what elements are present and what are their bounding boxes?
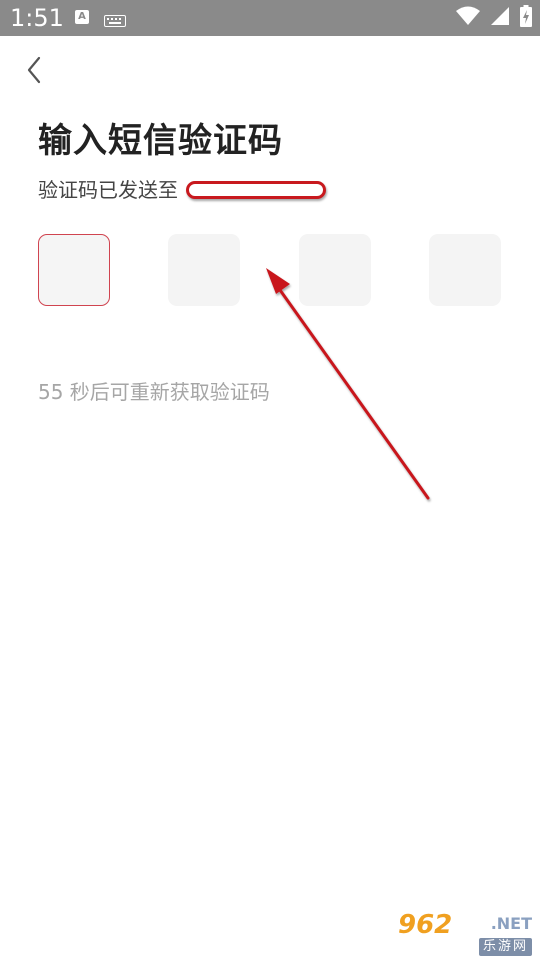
redacted-phone-number <box>186 181 326 199</box>
keyboard-icon <box>104 12 126 27</box>
signal-icon <box>490 6 510 30</box>
code-digit-2[interactable] <box>168 234 240 306</box>
code-input-group <box>38 234 502 306</box>
watermark-main: 962 <box>398 910 453 940</box>
sent-to-row: 验证码已发送至 <box>38 174 326 206</box>
code-digit-4[interactable] <box>429 234 501 306</box>
code-digit-1[interactable] <box>38 234 110 306</box>
watermark-logo: 962 .NET 乐游网 <box>398 910 534 956</box>
sent-to-label: 验证码已发送至 <box>38 178 178 202</box>
back-button[interactable] <box>18 54 50 90</box>
status-time: 1:51 <box>10 4 64 32</box>
chevron-left-icon <box>26 56 42 88</box>
status-bar: 1:51 A <box>0 0 540 36</box>
app-notification-icon: A <box>75 10 89 24</box>
status-right-icons <box>456 5 532 31</box>
watermark-net: .NET <box>490 914 532 933</box>
watermark-sub: 乐游网 <box>478 938 532 956</box>
battery-charging-icon <box>520 5 532 31</box>
resend-countdown: 55 秒后可重新获取验证码 <box>38 380 270 404</box>
wifi-icon <box>456 6 480 30</box>
sms-verification-screen: 1:51 A 输入短信验证码 验证码已发送至 55 秒后可重新获取验证码 962… <box>0 0 540 960</box>
page-title: 输入短信验证码 <box>38 121 283 161</box>
code-digit-3[interactable] <box>299 234 371 306</box>
